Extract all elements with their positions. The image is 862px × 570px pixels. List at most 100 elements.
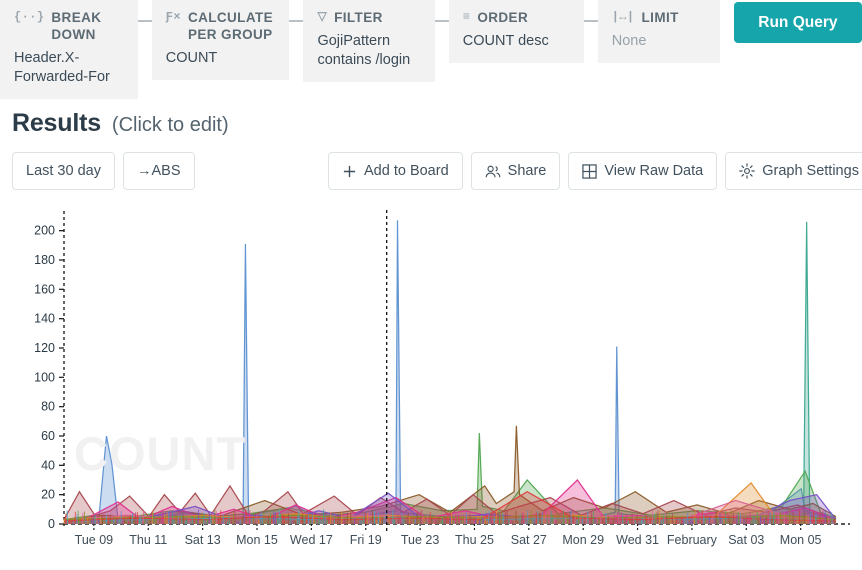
chart-noise-line: [620, 512, 623, 525]
width-arrows-icon: |↔|: [611, 10, 635, 24]
chart-noise-line: [670, 519, 672, 525]
chart-series-line: [63, 220, 837, 524]
chart-noise-line: [142, 510, 145, 525]
chart-noise-line: [260, 510, 262, 525]
chart-noise-line: [294, 520, 297, 525]
chart-noise-line: [193, 518, 196, 525]
chart-noise-line: [477, 517, 479, 525]
view-raw-data-button[interactable]: View Raw Data: [568, 152, 718, 190]
chart-noise-line: [498, 509, 501, 525]
query-cell-calculate[interactable]: ƒ× CALCULATE PER GROUP COUNT: [151, 0, 290, 80]
query-cell-limit-value: None: [611, 33, 647, 49]
chart-noise-line: [435, 520, 438, 525]
chart-noise-line: [324, 516, 327, 525]
abs-toggle-button[interactable]: →ABS: [122, 152, 195, 190]
chart-noise-line: [449, 517, 452, 525]
chart-noise-line: [769, 512, 771, 525]
chart-noise-line: [225, 522, 227, 525]
y-axis-tick-label: 0: [48, 517, 55, 531]
query-cell-filter[interactable]: ▽ FILTER GojiPattern contains /login: [303, 0, 435, 82]
chart-noise-line: [618, 516, 620, 525]
chart-noise-line: [798, 509, 801, 525]
gear-icon: [739, 163, 755, 179]
chart-noise-line: [177, 517, 179, 525]
chart-noise-line: [410, 520, 412, 525]
chart-noise-line: [684, 519, 686, 525]
chart-noise-line: [77, 510, 80, 525]
y-axis-tick-label: 40: [41, 458, 55, 472]
share-button[interactable]: Share: [470, 152, 561, 190]
chart-noise-line: [546, 521, 548, 525]
chart-canvas[interactable]: 0 20 40 60 80 100 120 140 160 180 200 Tue 09 Thu 11 S…: [0, 204, 862, 564]
chart-noise-line: [568, 512, 571, 525]
chart-noise-line: [570, 509, 572, 525]
chart-noise-line: [388, 516, 390, 525]
chart-noise-line: [157, 520, 159, 525]
x-axis-tick-label: February: [667, 533, 718, 547]
chart-noise-line: [616, 512, 619, 525]
chart-noise-line: [191, 515, 194, 525]
query-cell-divider: [583, 20, 598, 22]
graph-settings-button[interactable]: Graph Settings: [725, 152, 862, 190]
query-cell-order[interactable]: ≡ ORDER COUNT desc: [448, 0, 584, 63]
chart-noise-line: [84, 518, 87, 525]
chart-noise-line: [645, 514, 648, 525]
y-axis-tick-label: 200: [34, 224, 55, 238]
query-cell-divider: [137, 20, 152, 22]
chart-noise-line: [296, 515, 299, 525]
chart-noise-line: [825, 517, 828, 525]
chart-noise-line: [217, 515, 220, 525]
braces-dots-icon: {··}: [14, 10, 45, 24]
chart-noise-line: [346, 512, 349, 525]
x-axis-tick-label: Wed 31: [616, 533, 659, 547]
chart-noise-line: [335, 518, 337, 525]
x-axis-tick-label: Tue 09: [75, 533, 114, 547]
chart-noise-line: [526, 510, 529, 525]
chart-noise-line: [634, 520, 637, 525]
chart-noise-line: [809, 512, 812, 525]
chart-noise-line: [263, 510, 265, 525]
results-chart[interactable]: COUNT 0 20 40 60 80 100 120 140 160 180 200 Tue 09 T…: [0, 204, 862, 564]
chart-noise-line: [243, 514, 246, 525]
chart-noise-line: [89, 518, 91, 525]
add-to-board-button[interactable]: Add to Board: [328, 152, 463, 190]
chart-noise-line: [326, 519, 329, 525]
query-cell-limit[interactable]: |↔| LIMIT None: [597, 0, 720, 63]
chart-noise-line: [342, 520, 345, 525]
chart-noise-line: [613, 518, 615, 525]
query-cell-filter-header: ▽ FILTER: [317, 9, 420, 26]
chart-noise-line: [103, 519, 105, 525]
view-raw-data-label: View Raw Data: [604, 163, 704, 179]
chart-noise-line: [493, 516, 496, 525]
grid-icon: [582, 163, 598, 179]
chart-noise-line: [632, 516, 635, 525]
query-cell-order-value: COUNT desc: [462, 33, 549, 49]
chart-noise-line: [562, 510, 565, 525]
chart-noise-line: [339, 513, 341, 525]
query-cell-calculate-label: CALCULATE PER GROUP: [187, 10, 274, 42]
chart-noise-line: [452, 521, 455, 525]
chart-noise-line: [757, 519, 760, 525]
query-cell-calculate-value: COUNT: [165, 50, 218, 66]
chart-noise-line: [285, 521, 287, 525]
time-range-button[interactable]: Last 30 day: [12, 152, 115, 190]
y-axis-tick-label: 80: [41, 400, 55, 414]
query-cell-limit-label: LIMIT: [641, 10, 679, 25]
results-edit-hint[interactable]: (Click to edit): [112, 114, 229, 137]
chart-noise-line: [636, 514, 638, 525]
chart-noise-line: [164, 513, 166, 525]
chart-noise-line: [423, 516, 425, 525]
query-cell-divider: [289, 20, 304, 22]
chart-series-area: [64, 220, 836, 524]
chart-noise-line: [66, 510, 69, 525]
chart-noise-line: [609, 521, 612, 525]
query-cell-breakdown[interactable]: {··} BREAK DOWN Header.X-Forwarded-For: [0, 0, 138, 99]
x-axis-tick-label: Tue 23: [401, 533, 440, 547]
run-query-button[interactable]: Run Query: [733, 2, 862, 43]
chart-series-area: [64, 221, 836, 524]
chart-noise-line: [495, 510, 498, 525]
x-axis-tick-label: Sat 27: [511, 533, 547, 547]
chart-noise-line: [693, 510, 696, 525]
sort-lines-icon: ≡: [462, 10, 471, 24]
results-action-bar: Last 30 day →ABS Add to Board Share View…: [0, 138, 862, 192]
